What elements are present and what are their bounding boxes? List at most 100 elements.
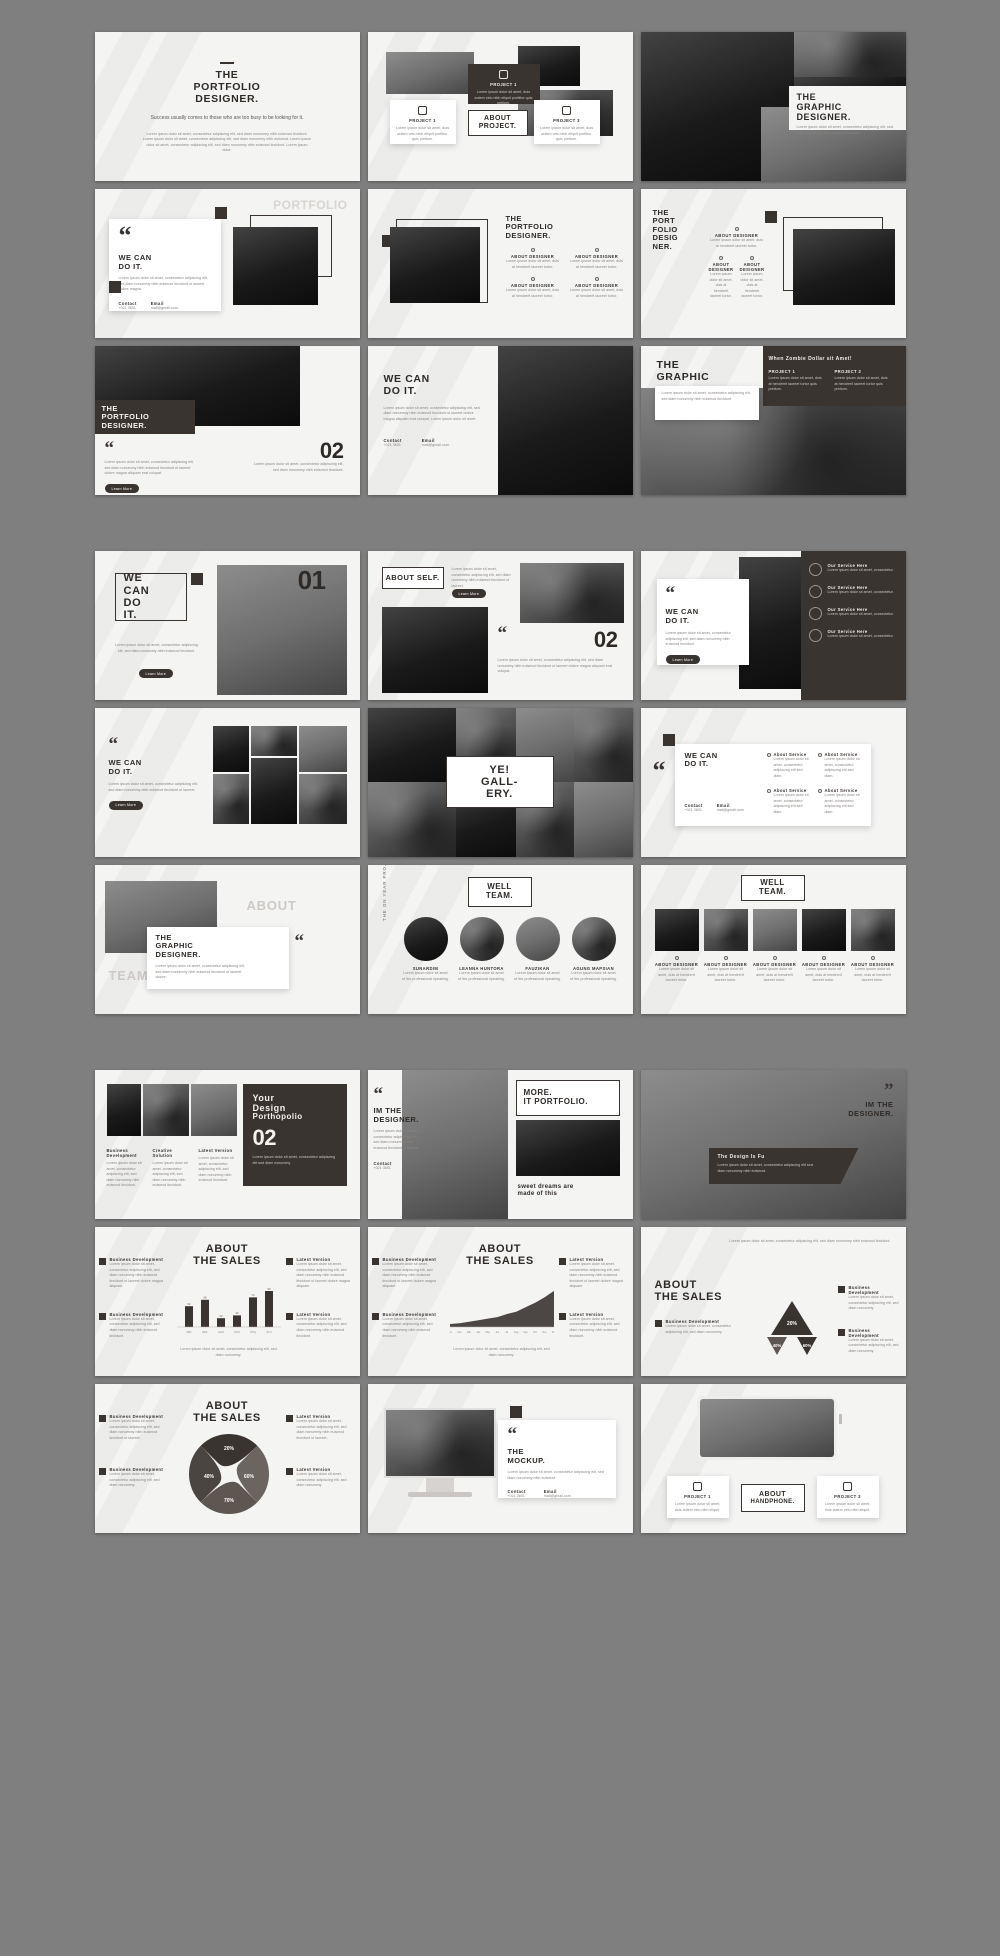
about-handphone-badge[interactable]: ABOUT HANDPHONE. — [740, 1484, 805, 1512]
about-self-badge[interactable]: ABOUT SELF. — [381, 567, 444, 589]
svg-text:20%: 20% — [786, 1321, 797, 1327]
left-block: Business Development Lorem ipsum dolor s… — [654, 1319, 739, 1335]
title-line-2: DO IT. — [684, 759, 709, 769]
bullet-square — [98, 1415, 106, 1422]
service-text: Lorem ipsum dolor sit amet, consectetur. — [827, 634, 894, 638]
slide-number: 01 — [297, 565, 326, 595]
team-member: ABOUT DESIGNER Lorem ipsum dolor sit ame… — [850, 909, 895, 984]
service-item[interactable]: Our Service Here Lorem ipsum dolor sit a… — [808, 607, 898, 620]
project-card-1[interactable]: PROJECT 1 Lorem ipsum dolor sit amet, du… — [389, 100, 456, 144]
title-line-2: DESIGNER. — [373, 1114, 419, 1124]
bullet-square — [558, 1258, 566, 1265]
slide-well-team-grid[interactable]: WELL TEAM. ABOUT DESIGNER Lorem ipsum do… — [640, 865, 906, 1014]
slide-we-can-do-it-services[interactable]: “ WE CAN DO IT. Lorem ipsum dolor sit am… — [640, 551, 906, 700]
slide-about-the-sales-bar[interactable]: ABOUT THE SALES Business Development Lor… — [94, 1227, 360, 1376]
watermark: PORTFOLIO — [273, 198, 348, 212]
slide-we-can-do-it-01[interactable]: WE CAN DO IT. 01 Lorem ipsum dolor sit a… — [94, 551, 360, 700]
slide-title[interactable]: THE PORTFOLIO DESIGNER. Success usually … — [94, 32, 360, 181]
slide-ye-gallery[interactable]: YE! GALL- ERY. — [367, 708, 633, 857]
slide-about-project[interactable]: PROJECT 1 Lorem ipsum dolor sit amet, du… — [367, 32, 633, 181]
slide-the-mockup[interactable]: “ THE MOCKUP. Lorem ipsum dolor sit amet… — [367, 1384, 633, 1533]
svg-text:60%: 60% — [243, 1474, 254, 1480]
title-line-5: NER. — [652, 241, 673, 251]
project-card-3[interactable]: PROJECT 3 Lorem ipsum dolor sit amet, du… — [533, 100, 600, 144]
slide-im-the-designer-more[interactable]: “ IM THE DESIGNER. Lorem ipsum dolor sit… — [367, 1070, 633, 1219]
block-text: Lorem ipsum dolor sit amet, consectetur … — [296, 1262, 351, 1289]
dot-icon — [870, 956, 875, 960]
title-block: ” IM THE DESIGNER. — [848, 1081, 893, 1118]
dot-icon — [674, 956, 679, 960]
svg-text:OPQ: OPQ — [250, 1330, 256, 1334]
slide-we-can-do-it-checklist[interactable]: WE CAN DO IT. Contact +021 3601 Email ma… — [640, 708, 906, 857]
title-line-2: GRAPHIC — [796, 102, 842, 113]
photo-right — [497, 346, 633, 495]
slide-your-design-portfolio[interactable]: Your Design Porthopolio 02 Lorem ipsum d… — [94, 1070, 360, 1219]
slide-graphic-designer-zombie[interactable]: THE GRAPHIC When Zombie Dollar sit Amet!… — [640, 346, 906, 495]
photo-main — [792, 229, 895, 305]
avatar — [403, 917, 448, 961]
email-group: Email mail@gmail.com — [544, 1489, 571, 1500]
title-line-2: GRAPHIC — [656, 370, 710, 383]
learn-more-button[interactable]: Learn More — [108, 800, 144, 810]
project-card-2[interactable]: PROJECT 1 Lorem ipsum dolor sit amet, du… — [467, 64, 540, 106]
slide-group-3c: ABOUT THE SALES Business Development Lor… — [0, 1384, 1000, 1533]
photo-1 — [367, 708, 456, 782]
ribbon-panel: The Design Is Fu Lorem ipsum dolor sit a… — [708, 1148, 859, 1184]
learn-more-button[interactable]: Learn More — [451, 589, 487, 598]
title-line-1: THE — [656, 359, 680, 371]
slide-portfolio-designer-four-up[interactable]: THE PORTFOLIO DESIGNER. ABOUT DESIGNER L… — [367, 189, 633, 338]
slide-about-handphone[interactable]: PROJECT 1 Lorem ipsum dolor sit amet, du… — [640, 1384, 906, 1533]
tagline-line-1: sweet dreams are — [517, 1184, 574, 1190]
learn-more-button[interactable]: Learn More — [138, 669, 174, 678]
body-text: Lorem ipsum dolor sit amet, consectetur … — [507, 1470, 604, 1480]
about-item-text: Lorem ipsum dolor sit amet, duis at hend… — [569, 259, 624, 269]
monitor-stand — [425, 1478, 454, 1492]
slide-we-can-do-it-portfolio[interactable]: PORTFOLIO “ WE CAN DO IT. Lorem ipsum do… — [94, 189, 360, 338]
right-blocks: Latest Version Lorem ipsum dolor sit ame… — [285, 1414, 356, 1489]
project-card-2[interactable]: PROJECT 3 Lorem ipsum dolor sit amet, du… — [816, 1476, 879, 1518]
slide-well-team-circles[interactable]: WELL TEAM. THE ON YEAR PROJECT SUNARDIM … — [367, 865, 633, 1014]
quote-mark: “ — [507, 1424, 518, 1445]
slide-port-folio-desig-ner[interactable]: THE PORT FOLIO DESIG NER. ABOUT DESIGNER… — [640, 189, 906, 338]
slide-we-can-do-it-contact[interactable]: WE CAN DO IT. Lorem ipsum dolor sit amet… — [367, 346, 633, 495]
svg-text:Jan: Jan — [450, 1332, 453, 1334]
slide-about-the-sales-triangle[interactable]: Lorem ipsum dolor sit amet, consectetur … — [640, 1227, 906, 1376]
bullet-square — [371, 1258, 379, 1265]
check-icon — [766, 753, 771, 757]
area-chart: Jan Feb Mar Apr May Jun Jul Aug Sep Oct Nov Dec — [448, 1285, 556, 1335]
quote-mark: “ — [108, 734, 119, 755]
project-card-1[interactable]: PROJECT 1 Lorem ipsum dolor sit amet, du… — [666, 1476, 729, 1518]
avatar — [752, 909, 797, 951]
bullet-square — [371, 1312, 379, 1320]
slide-about-team[interactable]: ABOUT TEAM THE GRAPHIC DESIGNER. Lorem i… — [94, 865, 360, 1014]
slide-graphic-designer-cover[interactable]: THE GRAPHIC DESIGNER. Lorem ipsum dolor … — [640, 32, 906, 181]
slide-im-the-designer-field[interactable]: ” IM THE DESIGNER. The Design Is Fu Lore… — [640, 1070, 906, 1219]
learn-more-button[interactable]: Learn More — [104, 484, 140, 494]
right-title-line-2: IT PORTFOLIO. — [523, 1097, 588, 1106]
heading-line-2: THE SALES — [654, 1291, 723, 1304]
block-text: Lorem ipsum dolor sit amet, consectetur … — [296, 1472, 347, 1488]
project-card-2-text: Lorem ipsum dolor sit amet, duis autem v… — [474, 90, 533, 106]
learn-more-button[interactable]: Learn More — [665, 655, 701, 665]
photo-top-right — [793, 32, 906, 77]
template-preview-sheet: THE PORTFOLIO DESIGNER. Success usually … — [0, 0, 1000, 1956]
service-item[interactable]: Our Service Here Lorem ipsum dolor sit a… — [808, 563, 898, 576]
slide-group-1: THE PORTFOLIO DESIGNER. Success usually … — [0, 32, 1000, 181]
check-item: About Service Lorem ipsum dolor sit amet… — [766, 788, 810, 818]
team-member: AGUNG MAPSIAN Lorem ipsum dolor sit amet… — [570, 917, 618, 982]
about-project-badge[interactable]: ABOUT PROJECT. — [467, 110, 528, 136]
bullet-square — [98, 1312, 106, 1320]
column-text: Lorem ipsum dolor sit amet, consectetur … — [198, 1156, 234, 1183]
service-item[interactable]: Our Service Here Lorem ipsum dolor sit a… — [808, 585, 898, 598]
accent-square — [764, 211, 777, 223]
slide-portfolio-designer-photo[interactable]: THE PORTFOLIO DESIGNER. “ Lorem ipsum do… — [94, 346, 360, 495]
slide-we-can-do-it-grid[interactable]: “ WE CAN DO IT. Lorem ipsum dolor sit am… — [94, 708, 360, 857]
contact-group: Contact +021 3601 — [508, 1489, 526, 1500]
slide-about-the-sales-donut[interactable]: ABOUT THE SALES Business Development Lor… — [94, 1384, 360, 1533]
service-text: Lorem ipsum dolor sit amet, consectetur. — [827, 568, 894, 572]
block-text: Lorem ipsum dolor sit amet, consectetur … — [569, 1316, 620, 1338]
slide-about-self-02[interactable]: ABOUT SELF. Lorem ipsum dolor sit amet, … — [367, 551, 633, 700]
team-member: SUNARDIM Lorem ipsum dolor sit amet of t… — [402, 917, 450, 982]
service-item[interactable]: Our Service Here Lorem ipsum dolor sit a… — [808, 629, 898, 642]
slide-about-the-sales-area[interactable]: ABOUT THE SALES Business Development Lor… — [367, 1227, 633, 1376]
